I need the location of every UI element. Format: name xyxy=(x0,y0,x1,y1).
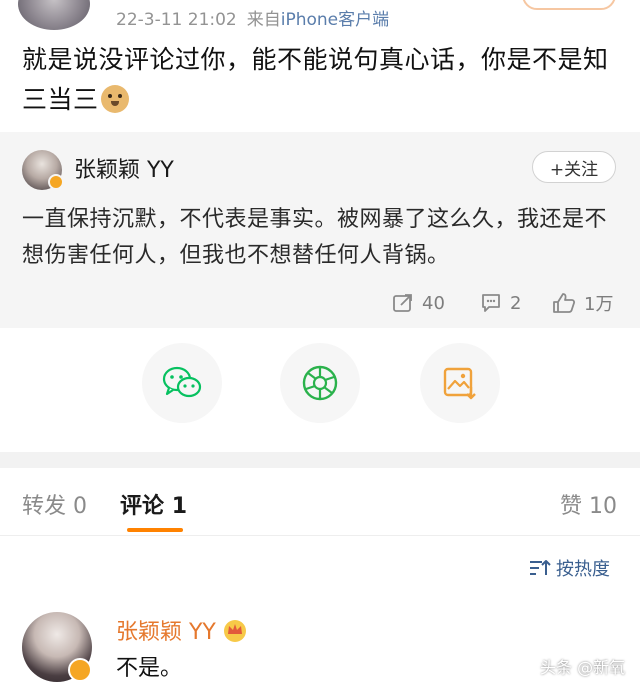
comment-author[interactable]: 张颖颖 YY xyxy=(116,614,248,646)
crown-icon xyxy=(223,620,246,642)
save-image-icon xyxy=(443,367,476,400)
tab-likes[interactable]: 赞 10 xyxy=(560,488,617,520)
post-timestamp: 22-3-11 21:02 xyxy=(116,10,237,30)
like-count: 1万 xyxy=(584,294,614,315)
comment-count: 2 xyxy=(510,292,522,314)
follow-button[interactable] xyxy=(522,0,616,10)
verified-badge-icon xyxy=(48,174,64,190)
tab-reposts-label: 转发 xyxy=(22,494,67,519)
like-count-button[interactable]: 1万 xyxy=(552,288,613,318)
detail-tabs: 转发 0 评论 1 赞 10 xyxy=(0,468,640,536)
post-source-prefix: 来自 xyxy=(246,10,281,30)
save-image-button[interactable] xyxy=(420,343,500,423)
watermark: 头条 @新氧 xyxy=(540,658,626,677)
sort-label: 按热度 xyxy=(556,559,610,580)
repost-count-button[interactable]: 40 xyxy=(392,288,445,318)
post-source-app[interactable]: iPhone客户端 xyxy=(281,10,389,30)
moments-icon xyxy=(302,365,338,401)
sort-toggle[interactable]: 按热度 xyxy=(528,556,610,580)
repost-stats: 40 2 1万 xyxy=(0,288,640,318)
repost-author-name[interactable]: 张颖颖 YY xyxy=(74,152,174,184)
verified-badge-icon xyxy=(68,658,92,682)
like-icon xyxy=(553,293,576,313)
section-divider xyxy=(0,452,640,468)
repost-card[interactable]: 张颖颖 YY +关注 一直保持沉默，不代表是事实。被网暴了这么久，我还是不想伤害… xyxy=(0,132,640,328)
comment-author-name: 张颖颖 YY xyxy=(116,620,216,645)
share-moments-button[interactable] xyxy=(280,343,360,423)
comment-icon xyxy=(482,294,500,312)
comment-text: 不是。 xyxy=(116,656,183,681)
avatar[interactable] xyxy=(18,0,90,30)
comment-count-button[interactable]: 2 xyxy=(480,288,521,318)
post-body: 就是说没评论过你，能不能说句真心话，你是不是知三当三 xyxy=(22,40,622,120)
tab-reposts[interactable]: 转发 0 xyxy=(22,488,87,520)
repost-count: 40 xyxy=(422,292,445,314)
repost-text: 一直保持沉默，不代表是事实。被网暴了这么久，我还是不想伤害任何人，但我也不想替任… xyxy=(22,207,608,268)
tab-comments[interactable]: 评论 1 xyxy=(120,488,187,520)
tab-reposts-count: 0 xyxy=(73,494,88,519)
sort-icon xyxy=(530,560,551,575)
doge-emoji-icon xyxy=(100,85,129,113)
tab-likes-count: 10 xyxy=(589,494,618,519)
repost-icon xyxy=(393,294,412,312)
active-tab-indicator xyxy=(127,528,183,532)
post-header: 22-3-11 21:02 来自iPhone客户端 xyxy=(0,0,640,36)
post-meta: 22-3-11 21:02 来自iPhone客户端 xyxy=(116,5,389,30)
tab-likes-label: 赞 xyxy=(560,494,583,519)
share-row xyxy=(0,343,640,425)
share-wechat-button[interactable] xyxy=(142,343,222,423)
tab-comments-count: 1 xyxy=(171,494,187,519)
follow-button[interactable]: +关注 xyxy=(532,151,616,183)
wechat-icon xyxy=(162,366,202,398)
tab-comments-label: 评论 xyxy=(120,494,165,519)
